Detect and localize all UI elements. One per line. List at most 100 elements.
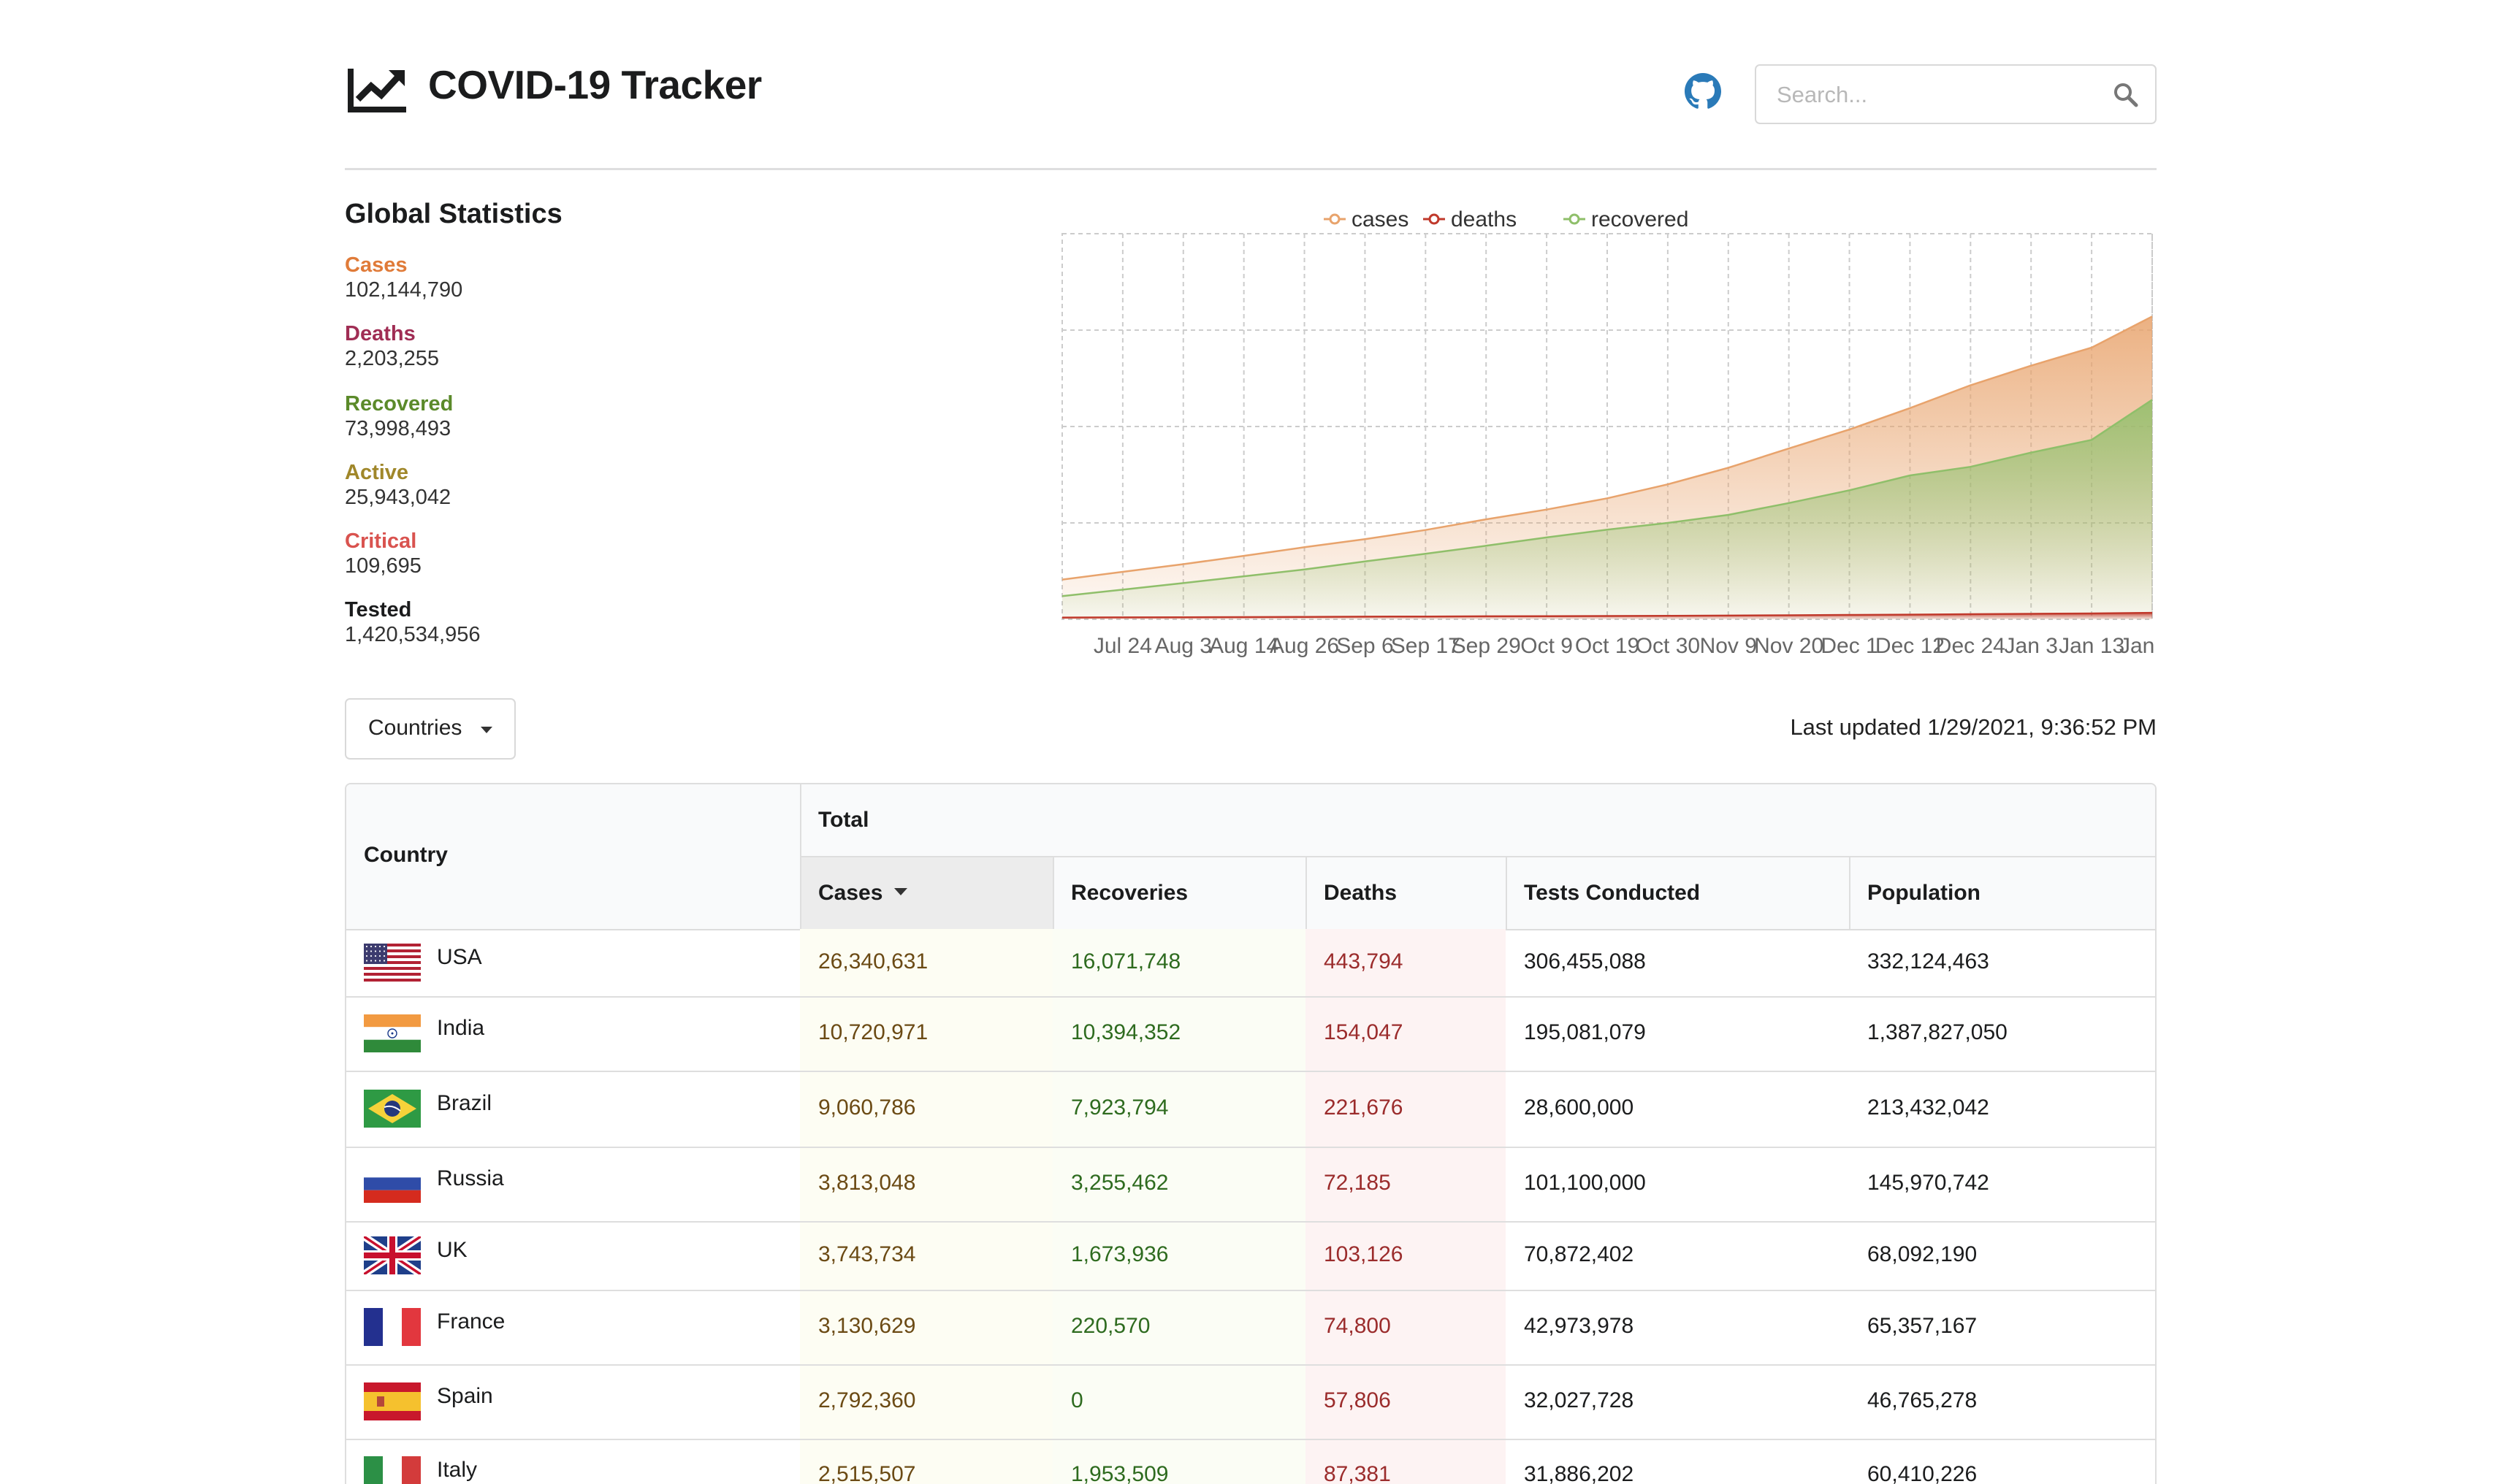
table-row[interactable]: India 10,720,971 10,394,352 154,047 195,081,… [346,996,2155,1071]
x-tick-label: Jan 28 [2119,634,2157,658]
stat-critical: Critical 109,695 [345,529,652,578]
divider [1053,857,1054,929]
recoveries-cell: 16,071,748 [1071,949,1181,974]
table-row[interactable]: UK 3,743,734 1,673,936 103,126 70,872,402 68,… [346,1221,2155,1290]
france-flag [364,1308,421,1346]
india-flag [364,1014,421,1052]
recoveries-cell: 1,673,936 [1071,1242,1169,1266]
global-trend-chart: Jul 24 Aug 3 Aug 14 Aug 26 Sep 6 Sep 17 Sep 29… [710,197,2157,665]
deaths-cell: 443,794 [1324,949,1403,974]
top-header: COVID-19 Tracker [345,44,2157,170]
legend-label: cases [1352,207,1408,232]
stat-label: Active [345,461,409,484]
cases-cell: 2,792,360 [818,1388,916,1412]
caret-down-icon [481,727,492,733]
country-column-header[interactable]: Country [364,843,448,868]
population-cell: 60,410,226 [1867,1462,1978,1484]
total-group-header: Total [818,808,869,832]
row-divider [346,1221,2155,1223]
x-tick-label: Aug 3 [1155,634,1212,658]
stat-cases: Cases 102,144,790 [345,253,652,302]
country-name: Russia [437,1166,504,1190]
tests-cell: 195,081,079 [1524,1020,1646,1044]
row-divider [346,1071,2155,1072]
x-tick-label: Dec 24 [1936,634,2005,658]
cases-column-label: Cases [818,881,883,905]
github-icon[interactable] [1685,73,1721,110]
x-tick-label: Sep 6 [1336,634,1393,658]
sort-desc-icon [894,888,908,896]
table-row[interactable]: Russia 3,813,048 3,255,462 72,185 101,100,00… [346,1147,2155,1221]
tests-cell: 32,027,728 [1524,1388,1634,1412]
cases-cell: 9,060,786 [818,1095,916,1120]
row-divider [346,996,2155,998]
tests-column-header[interactable]: Tests Conducted [1524,881,1700,906]
legend-label: recovered [1591,207,1688,232]
cases-cell: 3,813,048 [818,1171,916,1195]
country-name: Spain [437,1384,493,1408]
stat-label: Recovered [345,392,454,416]
population-cell: 1,387,827,050 [1867,1020,2008,1044]
divider [800,856,2155,857]
cases-column-header[interactable]: Cases [818,881,908,906]
x-tick-label: Aug 14 [1209,634,1278,658]
table-row[interactable]: Spain 2,792,360 0 57,806 32,027,728 46,765,27… [346,1364,2155,1439]
search-icon[interactable] [2113,82,2139,108]
usa-flag [364,944,421,982]
search-input[interactable] [1775,77,2100,112]
deaths-cell: 72,185 [1324,1171,1391,1195]
stat-tested: Tested 1,420,534,956 [345,597,652,647]
page-container: COVID-19 Tracker Global Statistics Cases… [345,0,2157,1484]
x-tick-label: Jan 13 [2059,634,2124,658]
x-tick-label: Oct 19 [1575,634,1639,658]
x-tick-label: Dec 1 [1821,634,1877,658]
tests-cell: 70,872,402 [1524,1242,1634,1266]
population-column-header[interactable]: Population [1867,881,1981,906]
x-tick-label: Sep 29 [1452,634,1521,658]
stat-value: 25,943,042 [345,486,451,509]
x-tick-label: Nov 9 [1700,634,1757,658]
x-tick-label: Dec 12 [1875,634,1945,658]
x-tick-label: Oct 9 [1520,634,1573,658]
stat-value: 2,203,255 [345,347,440,370]
stat-active: Active 25,943,042 [345,460,652,510]
line-chart-icon [348,69,406,112]
tests-cell: 101,100,000 [1524,1171,1646,1195]
legend-label: deaths [1451,207,1517,232]
spain-flag [364,1382,421,1420]
region-dropdown[interactable]: Countries [345,698,516,760]
divider [1506,857,1507,929]
cases-cell: 26,340,631 [818,949,929,974]
stat-value: 102,144,790 [345,278,463,302]
app-title: COVID-19 Tracker [428,62,762,107]
russia-flag [364,1165,421,1203]
x-tick-label: Nov 20 [1754,634,1823,658]
deaths-cell: 57,806 [1324,1388,1391,1412]
deaths-cell: 103,126 [1324,1242,1403,1266]
population-cell: 145,970,742 [1867,1171,1989,1195]
row-divider [346,1364,2155,1366]
tests-cell: 31,886,202 [1524,1462,1634,1484]
row-divider [346,1290,2155,1291]
last-updated-text: Last updated 1/29/2021, 9:36:52 PM [1790,714,2157,740]
legend-item-recovered[interactable]: recovered [1563,207,1688,232]
deaths-cell: 87,381 [1324,1462,1391,1484]
recoveries-cell: 10,394,352 [1071,1020,1181,1044]
legend-item-cases[interactable]: cases [1324,207,1408,232]
chart-svg: Jul 24 Aug 3Aug 14Aug 26Sep 6Sep 17Sep 29… [1061,207,2157,658]
deaths-column-header[interactable]: Deaths [1324,881,1397,906]
table-row[interactable]: USA 26,340,631 16,071,748 443,794 306,455,08… [346,929,2155,996]
uk-flag [364,1236,421,1274]
row-divider [346,1439,2155,1440]
table-row[interactable]: France 3,130,629 220,570 74,800 42,973,978 65… [346,1290,2155,1364]
population-cell: 65,357,167 [1867,1314,1978,1338]
recoveries-column-header[interactable]: Recoveries [1071,881,1188,906]
country-name: France [437,1309,506,1334]
recoveries-cell: 220,570 [1071,1314,1151,1338]
search-box [1755,64,2157,124]
table-row[interactable]: Italy 2,515,507 1,953,509 87,381 31,886,202 6… [346,1439,2155,1484]
legend-item-deaths[interactable]: deaths [1423,207,1517,232]
table-header [346,784,2155,930]
stat-label: Critical [345,529,417,553]
table-row[interactable]: Brazil 9,060,786 7,923,794 221,676 28,600,00… [346,1071,2155,1147]
